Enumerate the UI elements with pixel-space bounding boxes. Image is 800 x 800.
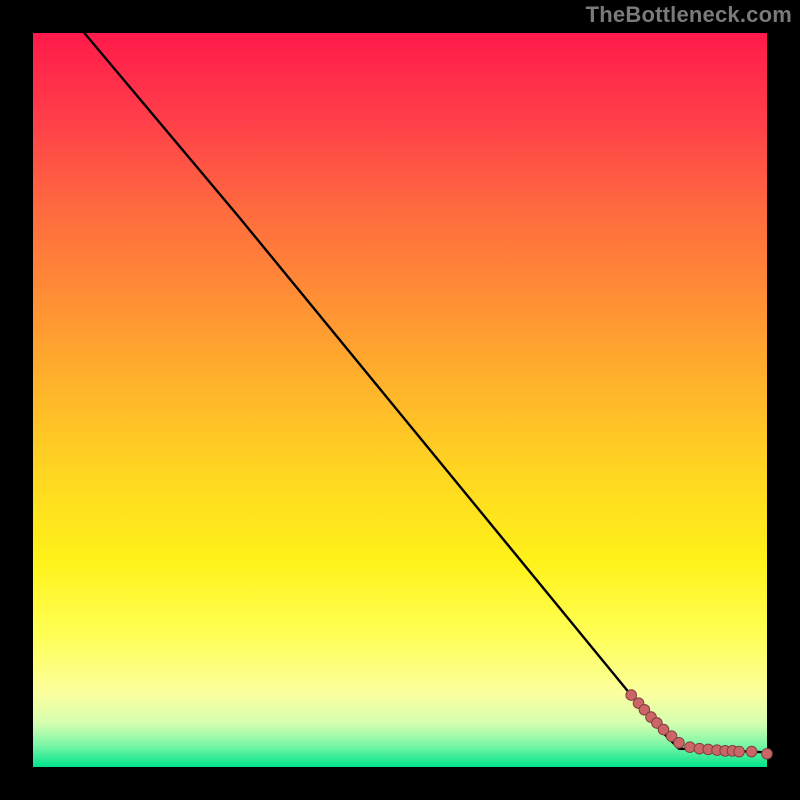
marker-cluster <box>626 690 772 759</box>
chart-stage: TheBottleneck.com <box>0 0 800 800</box>
marker-point <box>734 746 745 757</box>
marker-point <box>674 737 685 748</box>
marker-point <box>746 746 757 757</box>
bottleneck-curve <box>84 33 767 752</box>
marker-point <box>685 742 696 753</box>
plot-overlay-svg <box>33 33 767 767</box>
marker-point <box>762 748 773 759</box>
watermark-text: TheBottleneck.com <box>586 2 792 28</box>
